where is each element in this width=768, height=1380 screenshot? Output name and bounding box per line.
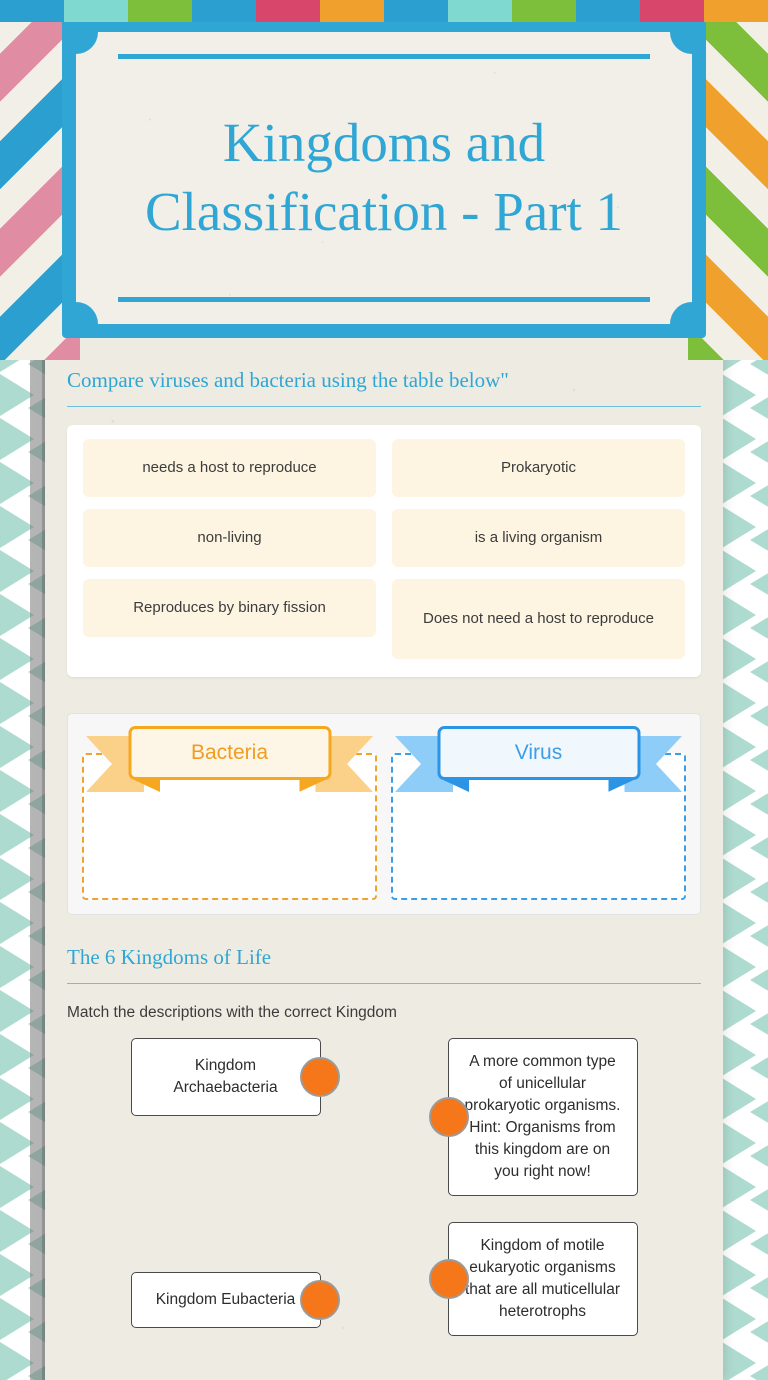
dropzone-panel: Bacteria Virus xyxy=(67,713,701,915)
match-term-card[interactable]: Kingdom Eubacteria xyxy=(130,1272,340,1328)
top-color-block xyxy=(576,0,640,22)
dropzone-bacteria[interactable]: Bacteria xyxy=(82,726,377,900)
connector-dot-icon[interactable] xyxy=(299,1057,340,1097)
top-color-strip xyxy=(0,0,768,22)
match-description-label: A more common type of unicellular prokar… xyxy=(464,1053,621,1180)
corner-notch-bottom-left xyxy=(76,302,98,324)
top-color-block xyxy=(64,0,128,22)
title-card-inner: Kingdoms and Classification - Part 1 xyxy=(76,32,692,324)
section-heading-kingdoms: The 6 Kingdoms of Life xyxy=(67,945,272,969)
triangle-shape xyxy=(750,572,768,596)
answer-tile[interactable]: is a living organism xyxy=(392,509,685,567)
triangle-shape xyxy=(750,880,768,904)
section-heading-compare: Compare viruses and bacteria using the t… xyxy=(67,368,509,392)
triangle-shape xyxy=(750,1276,768,1300)
title-rule-top xyxy=(118,54,650,59)
triangle-shape xyxy=(750,1100,768,1124)
top-color-block xyxy=(704,0,768,22)
matching-terms-column: Kingdom Archaebacteria Kingdom Eubacteri… xyxy=(67,1038,384,1362)
top-color-block xyxy=(384,0,448,22)
answer-tiles-column-right: Prokaryotic is a living organism Does no… xyxy=(392,439,685,659)
sheet-shadow xyxy=(30,348,46,1380)
top-color-block xyxy=(320,0,384,22)
dropzone-bacteria-area[interactable] xyxy=(82,753,377,900)
triangle-shape xyxy=(750,1144,768,1168)
title-card: Kingdoms and Classification - Part 1 xyxy=(62,18,706,338)
section-rule-kingdoms xyxy=(67,983,701,984)
match-instruction: Match the descriptions with the correct … xyxy=(67,1004,397,1021)
matching-grid: Kingdom Archaebacteria Kingdom Eubacteri… xyxy=(67,1038,701,1362)
triangle-shape xyxy=(750,924,768,948)
corner-notch-top-right xyxy=(670,32,692,54)
answer-tiles-card: needs a host to reproduce non-living Rep… xyxy=(67,425,701,677)
connector-dot-icon[interactable] xyxy=(299,1280,340,1320)
triangle-shape xyxy=(750,1232,768,1256)
triangle-shape xyxy=(750,440,768,464)
answer-tile[interactable]: Reproduces by binary fission xyxy=(83,579,376,637)
connector-dot-icon[interactable] xyxy=(428,1097,469,1137)
answer-tile[interactable]: needs a host to reproduce xyxy=(83,439,376,497)
top-color-block xyxy=(640,0,704,22)
top-color-block xyxy=(192,0,256,22)
triangle-shape xyxy=(750,1320,768,1344)
section-rule-compare xyxy=(67,406,701,407)
top-color-block xyxy=(448,0,512,22)
triangle-shape xyxy=(750,1188,768,1212)
top-color-block xyxy=(0,0,64,22)
answer-tile[interactable]: Prokaryotic xyxy=(392,439,685,497)
triangle-shape xyxy=(750,748,768,772)
triangle-shape xyxy=(750,836,768,860)
triangle-shape xyxy=(750,396,768,420)
connector-dot-icon[interactable] xyxy=(428,1259,469,1299)
page-title: Kingdoms and Classification - Part 1 xyxy=(144,112,624,242)
matching-descriptions-column: A more common type of unicellular prokar… xyxy=(384,1038,701,1362)
triangle-shape xyxy=(750,968,768,992)
title-rule-bottom xyxy=(118,297,650,302)
match-term-label: Kingdom Archaebacteria xyxy=(173,1057,278,1096)
triangle-shape xyxy=(750,1012,768,1036)
triangle-shape xyxy=(750,616,768,640)
dropzone-virus-area[interactable] xyxy=(391,753,686,900)
top-color-block xyxy=(128,0,192,22)
match-description-card[interactable]: Kingdom of motile eukaryotic organisms t… xyxy=(428,1222,638,1336)
triangle-shape xyxy=(750,1056,768,1080)
dropzone-virus[interactable]: Virus xyxy=(391,726,686,900)
triangle-shape xyxy=(750,704,768,728)
triangle-shape xyxy=(750,792,768,816)
triangle-shape xyxy=(750,1364,768,1380)
worksheet-page: Kingdoms and Classification - Part 1 Com… xyxy=(0,0,768,1380)
match-term-card[interactable]: Kingdom Archaebacteria xyxy=(130,1038,340,1116)
triangle-shape xyxy=(750,484,768,508)
match-description-label: Kingdom of motile eukaryotic organisms t… xyxy=(464,1237,621,1320)
corner-notch-bottom-right xyxy=(670,302,692,324)
answer-tile[interactable]: non-living xyxy=(83,509,376,567)
worksheet-sheet: Compare viruses and bacteria using the t… xyxy=(45,338,723,1380)
triangle-shape xyxy=(750,660,768,684)
match-term-label: Kingdom Eubacteria xyxy=(155,1291,296,1308)
top-color-block xyxy=(256,0,320,22)
answer-tile[interactable]: Does not need a host to reproduce xyxy=(392,579,685,659)
top-color-block xyxy=(512,0,576,22)
corner-notch-top-left xyxy=(76,32,98,54)
match-description-card[interactable]: A more common type of unicellular prokar… xyxy=(428,1038,638,1196)
triangle-shape xyxy=(750,528,768,552)
answer-tiles-column-left: needs a host to reproduce non-living Rep… xyxy=(83,439,376,659)
